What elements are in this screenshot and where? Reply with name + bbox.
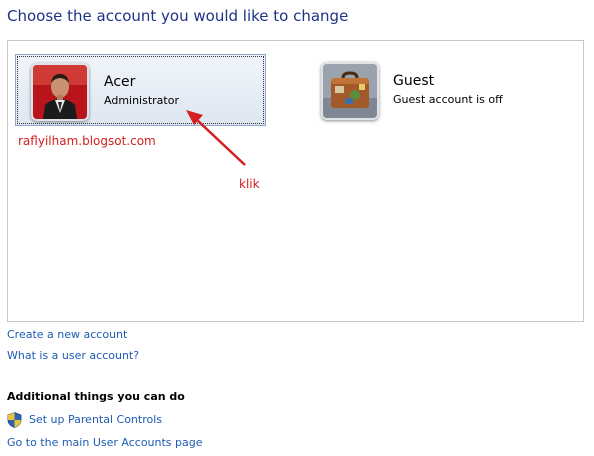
main-user-accounts-link[interactable]: Go to the main User Accounts page bbox=[7, 436, 203, 449]
account-tile-acer[interactable]: Acer Administrator bbox=[15, 54, 266, 126]
accounts-panel: Acer Administrator Guest Guest account i… bbox=[7, 40, 584, 322]
what-is-user-account-link[interactable]: What is a user account? bbox=[7, 349, 139, 362]
page-title: Choose the account you would like to cha… bbox=[7, 7, 349, 25]
account-name: Guest bbox=[393, 73, 435, 89]
parental-controls-link[interactable]: Set up Parental Controls bbox=[29, 413, 162, 426]
shield-icon bbox=[7, 412, 22, 432]
account-tile-guest[interactable]: Guest Guest account is off bbox=[316, 54, 566, 126]
account-type: Administrator bbox=[104, 94, 179, 107]
account-type: Guest account is off bbox=[393, 93, 503, 106]
create-account-link[interactable]: Create a new account bbox=[7, 328, 127, 341]
user-photo-icon bbox=[31, 63, 89, 121]
account-name: Acer bbox=[104, 74, 136, 90]
additional-heading: Additional things you can do bbox=[7, 390, 185, 403]
annotation-klik: klik bbox=[239, 177, 260, 191]
watermark-text: raflyilham.blogsot.com bbox=[18, 134, 156, 148]
suitcase-icon bbox=[321, 62, 379, 120]
